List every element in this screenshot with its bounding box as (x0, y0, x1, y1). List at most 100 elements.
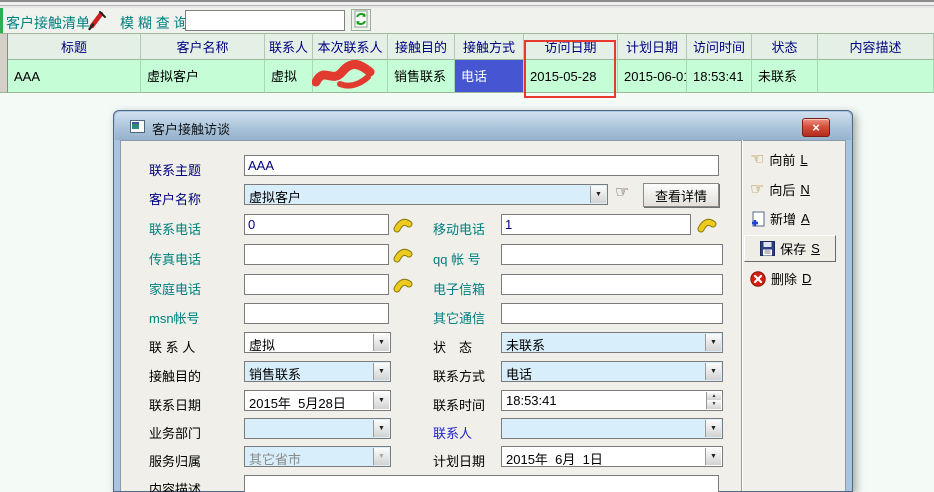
view-pointer-icon[interactable]: ☞ (615, 182, 629, 202)
chevron-down-icon[interactable]: ▼ (705, 448, 721, 465)
service-region-select-disabled: 其它省市 ▼ (244, 446, 391, 467)
subject-input[interactable] (244, 155, 719, 176)
qq-label: qq 帐 号 (433, 249, 481, 268)
fax-label: 传真电话 (149, 249, 201, 268)
phone-icon[interactable] (697, 214, 717, 234)
col-header-purpose[interactable]: 接触目的 (388, 33, 455, 60)
customer-label: 客户名称 (149, 189, 201, 208)
close-button[interactable]: × (802, 118, 830, 137)
floppy-disk-icon (760, 241, 775, 256)
search-input[interactable] (185, 10, 345, 31)
fax-input[interactable] (244, 244, 389, 265)
contact-date-label: 联系日期 (149, 395, 201, 414)
red-scribble-annotation (312, 60, 376, 92)
col-header-customer[interactable]: 客户名称 (141, 33, 265, 60)
cell-contact[interactable]: 虚拟 (265, 60, 313, 93)
chevron-down-icon[interactable]: ▼ (705, 363, 721, 380)
subject-label: 联系主题 (149, 160, 201, 179)
department-select[interactable]: ▼ (244, 418, 391, 439)
hand-left-icon: ☜ (750, 149, 764, 169)
refresh-icon (353, 10, 369, 28)
dialog-window-icon (130, 120, 145, 133)
home-phone-input[interactable] (244, 274, 389, 295)
dialog-titlebar[interactable]: 客户接触访谈 × (115, 112, 851, 140)
email-label: 电子信箱 (433, 279, 485, 298)
qq-input[interactable] (501, 244, 723, 265)
fuzzy-query-label: 模 糊 查 询 (120, 13, 188, 33)
previous-button[interactable]: ☜ 向前L (750, 149, 808, 169)
chevron-down-icon[interactable]: ▼ (705, 420, 721, 437)
hand-right-icon: ☞ (750, 179, 764, 199)
phone-input[interactable] (244, 214, 389, 235)
page-title: 客户接触清单 (6, 13, 90, 33)
phone-label: 联系电话 (149, 219, 201, 238)
method-select[interactable]: 电话 ▼ (501, 361, 723, 382)
phone-icon[interactable] (393, 274, 413, 294)
col-header-title[interactable]: 标题 (8, 33, 141, 60)
msn-input[interactable] (244, 303, 389, 324)
col-header-method[interactable]: 接触方式 (455, 33, 524, 60)
chevron-down-icon[interactable]: ▼ (705, 334, 721, 351)
plan-date-label: 计划日期 (433, 451, 485, 470)
home-phone-label: 家庭电话 (149, 279, 201, 298)
add-button[interactable]: 新增A (750, 209, 810, 228)
purpose-label: 接触目的 (149, 366, 201, 385)
purpose-select[interactable]: 销售联系 ▼ (244, 361, 391, 382)
chevron-down-icon: ▼ (373, 448, 389, 465)
col-header-plan-date[interactable]: 计划日期 (618, 33, 687, 60)
cell-method-selected[interactable]: 电话 (455, 60, 524, 93)
view-details-button[interactable]: 查看详情 (643, 183, 719, 207)
col-header-contact[interactable]: 联系人 (265, 33, 313, 60)
chevron-down-icon[interactable]: ▼ (373, 420, 389, 437)
email-input[interactable] (501, 274, 723, 295)
save-button[interactable]: 保存S (744, 235, 836, 262)
contact-person2-label: 联系人 (433, 423, 472, 442)
cell-visit-time[interactable]: 18:53:41 (687, 60, 752, 93)
close-icon: × (812, 120, 820, 135)
customer-select[interactable]: 虚拟客户 ▼ (244, 184, 608, 205)
contact-person-label: 联 系 人 (149, 337, 195, 356)
phone-icon[interactable] (393, 244, 413, 264)
panel-separator (741, 140, 743, 491)
mobile-label: 移动电话 (433, 219, 485, 238)
contact-interview-dialog: 客户接触访谈 × 联系主题 客户名称 虚拟客户 ▼ ☞ 查看详情 联系电话 移动… (113, 110, 853, 492)
new-document-icon (750, 211, 765, 227)
chevron-down-icon[interactable]: ▼ (590, 186, 606, 203)
delete-button[interactable]: 删除D (750, 269, 811, 288)
cell-customer[interactable]: 虚拟客户 (141, 60, 265, 93)
other-im-input[interactable] (501, 303, 723, 324)
col-header-status[interactable]: 状态 (752, 33, 818, 60)
next-button[interactable]: ☞ 向后N (750, 179, 810, 199)
cell-status[interactable]: 未联系 (752, 60, 818, 93)
col-header-current-contact[interactable]: 本次联系人 (313, 33, 388, 60)
description-input[interactable] (244, 475, 719, 492)
cell-purpose[interactable]: 销售联系 (388, 60, 455, 93)
cell-plan-date[interactable]: 2015-06-01 (618, 60, 687, 93)
contact-date-picker[interactable]: 2015年 5月28日 ▼ (244, 390, 391, 411)
contact-time-label: 联系时间 (433, 395, 485, 414)
cell-title[interactable]: AAA (8, 60, 141, 93)
contact-person2-select[interactable]: ▼ (501, 418, 723, 439)
refresh-button[interactable] (351, 9, 371, 31)
col-header-description[interactable]: 内容描述 (818, 33, 934, 60)
red-annotation-box (524, 40, 616, 98)
col-header-visit-time[interactable]: 访问时间 (687, 33, 752, 60)
status-select[interactable]: 未联系 ▼ (501, 332, 723, 353)
contact-time-spinner[interactable]: 18:53:41 ▲ ▼ (501, 390, 723, 411)
status-label: 状 态 (433, 337, 472, 356)
row-indicator-column (0, 33, 8, 93)
chevron-down-icon[interactable]: ▼ (373, 334, 389, 351)
mobile-input[interactable] (501, 214, 691, 235)
phone-icon[interactable] (393, 214, 413, 234)
app-window: 客户接触清单 模 糊 查 询 标题 客户名称 联系人 本次联系人 接触目的 接触… (0, 0, 934, 492)
service-region-label: 服务归属 (149, 451, 201, 470)
chevron-down-icon[interactable]: ▼ (373, 392, 389, 409)
method-label: 联系方式 (433, 366, 485, 385)
plan-date-picker[interactable]: 2015年 6月 1日 ▼ (501, 446, 723, 467)
contact-person-select[interactable]: 虚拟 ▼ (244, 332, 391, 353)
spin-down-icon[interactable]: ▼ (706, 400, 721, 409)
delete-icon (750, 271, 766, 287)
cell-description[interactable] (818, 60, 934, 93)
chevron-down-icon[interactable]: ▼ (373, 363, 389, 380)
description-label: 内容描述 (149, 479, 201, 492)
